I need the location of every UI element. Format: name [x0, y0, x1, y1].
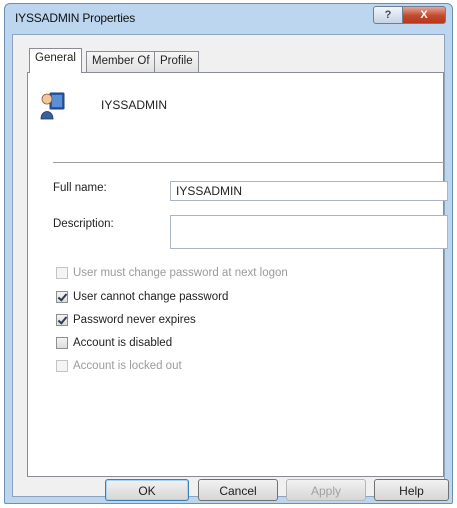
option-account-disabled[interactable]: Account is disabled	[56, 334, 172, 352]
account-locked-out-label: Account is locked out	[73, 360, 182, 372]
tab-member-of[interactable]: Member Of	[86, 51, 156, 72]
option-cannot-change-password[interactable]: User cannot change password	[56, 288, 228, 306]
option-account-locked-out[interactable]: Account is locked out	[56, 357, 182, 375]
account-disabled-checkbox[interactable]	[56, 337, 68, 349]
account-disabled-label: Account is disabled	[73, 337, 173, 349]
cancel-button[interactable]: Cancel	[198, 479, 278, 501]
cannot-change-password-label: User cannot change password	[73, 291, 229, 303]
properties-dialog: IYSSADMIN Properties ? X General Member …	[4, 3, 453, 504]
apply-button[interactable]: Apply	[286, 479, 366, 501]
title-bar[interactable]: IYSSADMIN Properties ? X	[5, 4, 452, 34]
tab-general[interactable]: General	[29, 48, 82, 73]
close-icon[interactable]: X	[402, 6, 446, 24]
description-label: Description:	[53, 218, 114, 230]
password-never-expires-label: Password never expires	[73, 314, 196, 326]
option-must-change-password[interactable]: User must change password at next logon	[56, 264, 288, 282]
user-display-name: IYSSADMIN	[101, 98, 168, 112]
option-password-never-expires[interactable]: Password never expires	[56, 311, 196, 329]
full-name-label: Full name:	[53, 182, 107, 194]
must-change-password-label: User must change password at next logon	[73, 267, 288, 279]
help-icon[interactable]: ?	[373, 6, 403, 24]
full-name-field[interactable]	[170, 181, 448, 201]
tab-profile[interactable]: Profile	[154, 51, 199, 72]
dialog-client-area: General Member Of Profile IYSSADMIN Full…	[12, 34, 448, 497]
ok-button[interactable]: OK	[105, 479, 189, 501]
window-title: IYSSADMIN Properties	[15, 11, 136, 25]
user-icon	[40, 92, 65, 120]
must-change-password-checkbox[interactable]	[56, 267, 68, 279]
password-never-expires-checkbox[interactable]	[56, 314, 68, 326]
account-locked-out-checkbox[interactable]	[56, 360, 68, 372]
description-field[interactable]	[170, 215, 448, 249]
cannot-change-password-checkbox[interactable]	[56, 291, 68, 303]
help-button[interactable]: Help	[374, 479, 449, 501]
section-divider	[53, 162, 445, 163]
